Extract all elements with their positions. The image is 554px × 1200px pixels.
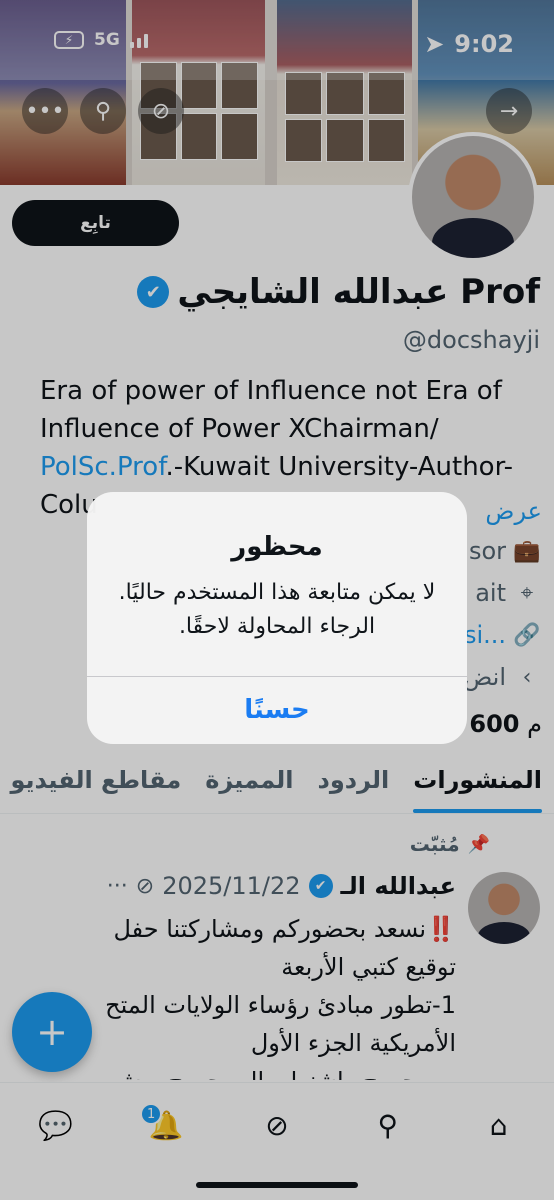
alert-ok-button[interactable]: حسنًا <box>87 676 467 744</box>
alert-title: محظور <box>231 532 323 562</box>
alert-message: لا يمكن متابعة هذا المستخدم حاليًا. الرج… <box>118 580 436 639</box>
alert-dialog: محظور لا يمكن متابعة هذا المستخدم حاليًا… <box>87 492 467 744</box>
